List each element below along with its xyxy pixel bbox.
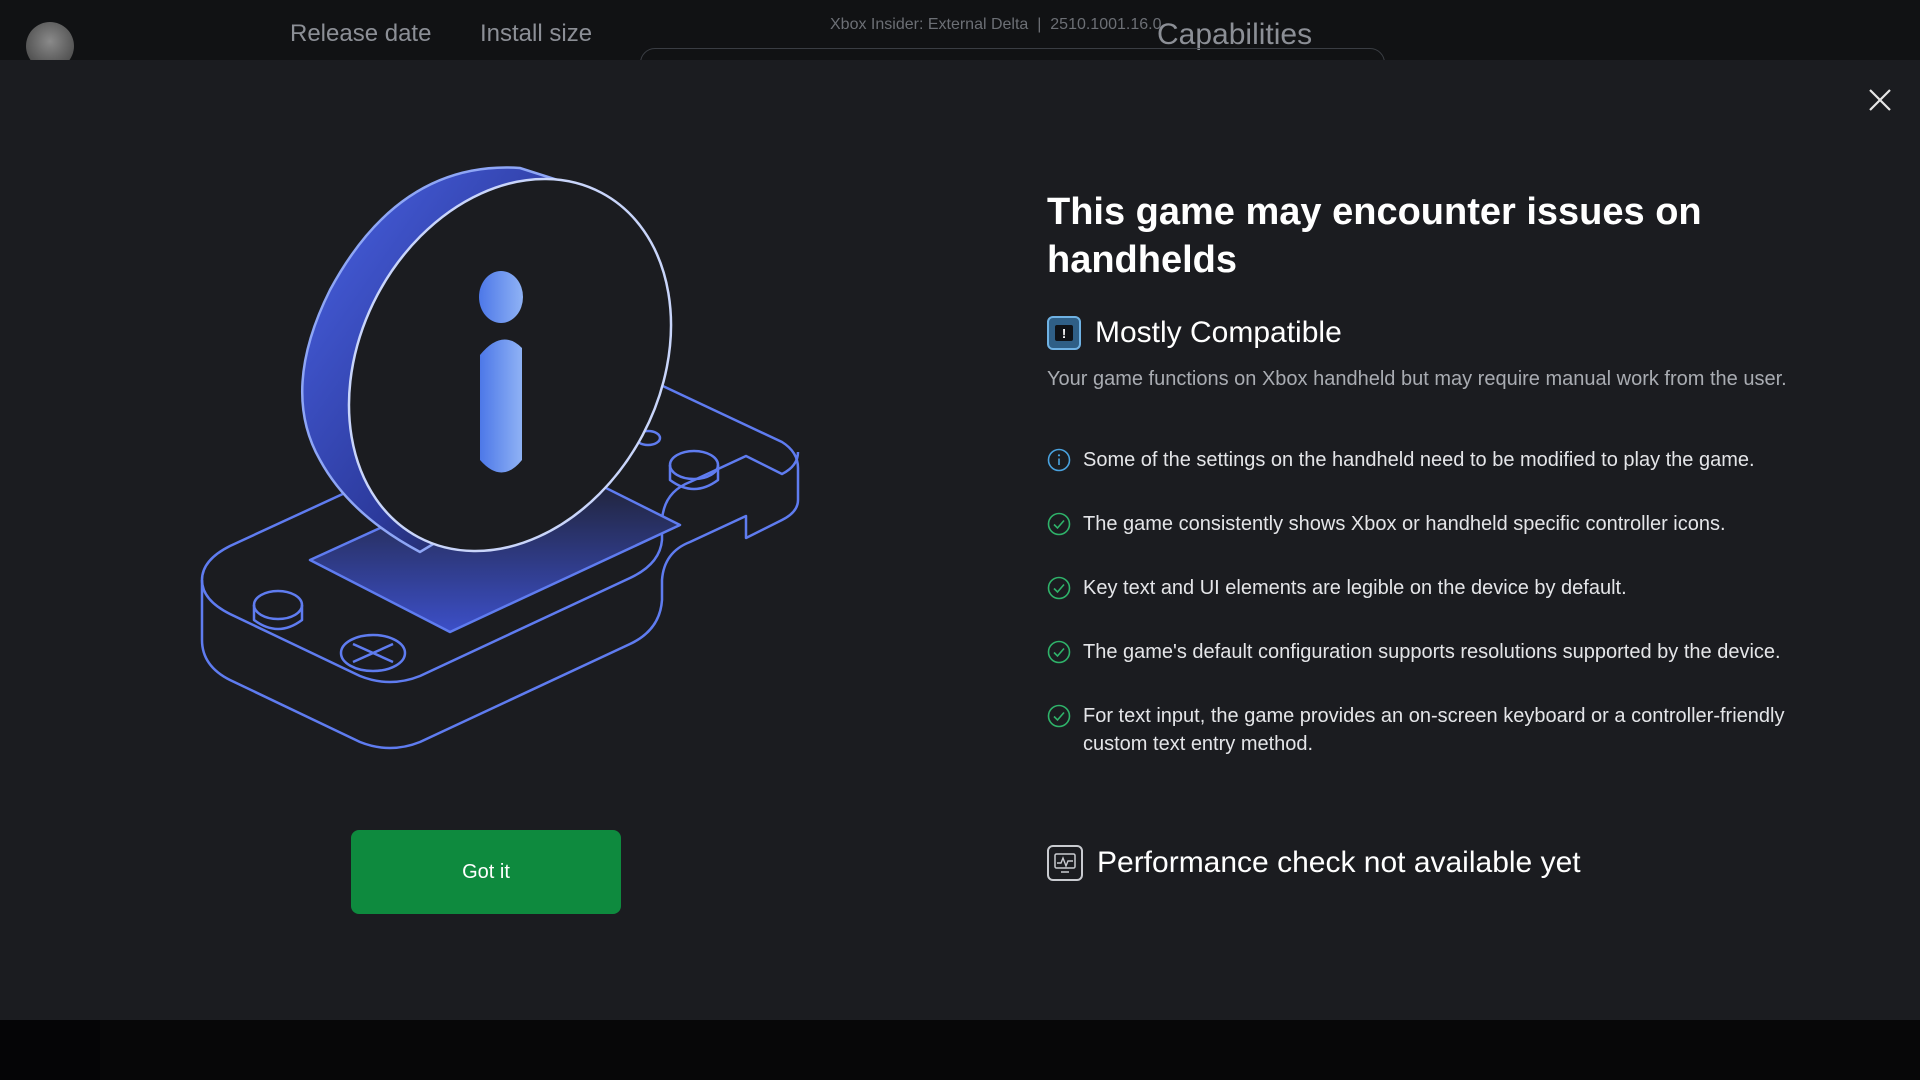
close-button[interactable]: [1864, 84, 1896, 116]
background-footer-left: [0, 1020, 100, 1080]
tab-release-date: Release date: [290, 20, 432, 47]
info-circle-icon: [1047, 448, 1071, 472]
performance-monitor-icon: [1047, 845, 1083, 881]
capabilities-heading: Capabilities: [1157, 18, 1313, 51]
info-letter-dot: [479, 271, 523, 323]
requirement-item: Some of the settings on the handheld nee…: [1047, 446, 1847, 474]
insider-label: Xbox Insider: External Delta | 2510.1001…: [830, 16, 1162, 33]
dialog-content: This game may encounter issues on handhe…: [1047, 188, 1847, 284]
performance-status: Performance check not available yet: [1047, 845, 1581, 881]
requirement-text: Some of the settings on the handheld nee…: [1083, 449, 1755, 471]
handheld-info-illustration: [200, 166, 800, 750]
check-circle-icon: [1047, 704, 1071, 728]
performance-label: Performance check not available yet: [1097, 846, 1581, 879]
requirement-item: The game's default configuration support…: [1047, 638, 1847, 666]
check-circle-icon: [1047, 576, 1071, 600]
requirement-item: For text input, the game provides an on-…: [1047, 702, 1837, 758]
requirement-item: Key text and UI elements are legible on …: [1047, 574, 1847, 602]
version-label: 2510.1001.16.0: [1050, 16, 1162, 33]
requirement-item: The game consistently shows Xbox or hand…: [1047, 510, 1847, 538]
insider-channel: Xbox Insider: External Delta: [830, 16, 1029, 33]
compatibility-description: Your game functions on Xbox handheld but…: [1047, 368, 1787, 390]
got-it-button[interactable]: Got it: [351, 830, 621, 914]
tab-install-size: Install size: [480, 20, 593, 47]
info-letter-stem: [480, 339, 522, 473]
close-icon: [1869, 89, 1891, 111]
warning-badge-icon: !: [1047, 316, 1081, 350]
dialog-title: This game may encounter issues on handhe…: [1047, 191, 1702, 281]
check-circle-icon: [1047, 640, 1071, 664]
background-footer: [0, 1020, 1920, 1080]
check-circle-icon: [1047, 512, 1071, 536]
compatibility-status: ! Mostly Compatible: [1047, 316, 1342, 350]
compatibility-label: Mostly Compatible: [1095, 316, 1342, 349]
requirement-text: The game consistently shows Xbox or hand…: [1083, 513, 1726, 535]
requirement-text: Key text and UI elements are legible on …: [1083, 577, 1627, 599]
requirement-text: The game's default configuration support…: [1083, 641, 1781, 663]
requirement-text: For text input, the game provides an on-…: [1083, 705, 1785, 755]
